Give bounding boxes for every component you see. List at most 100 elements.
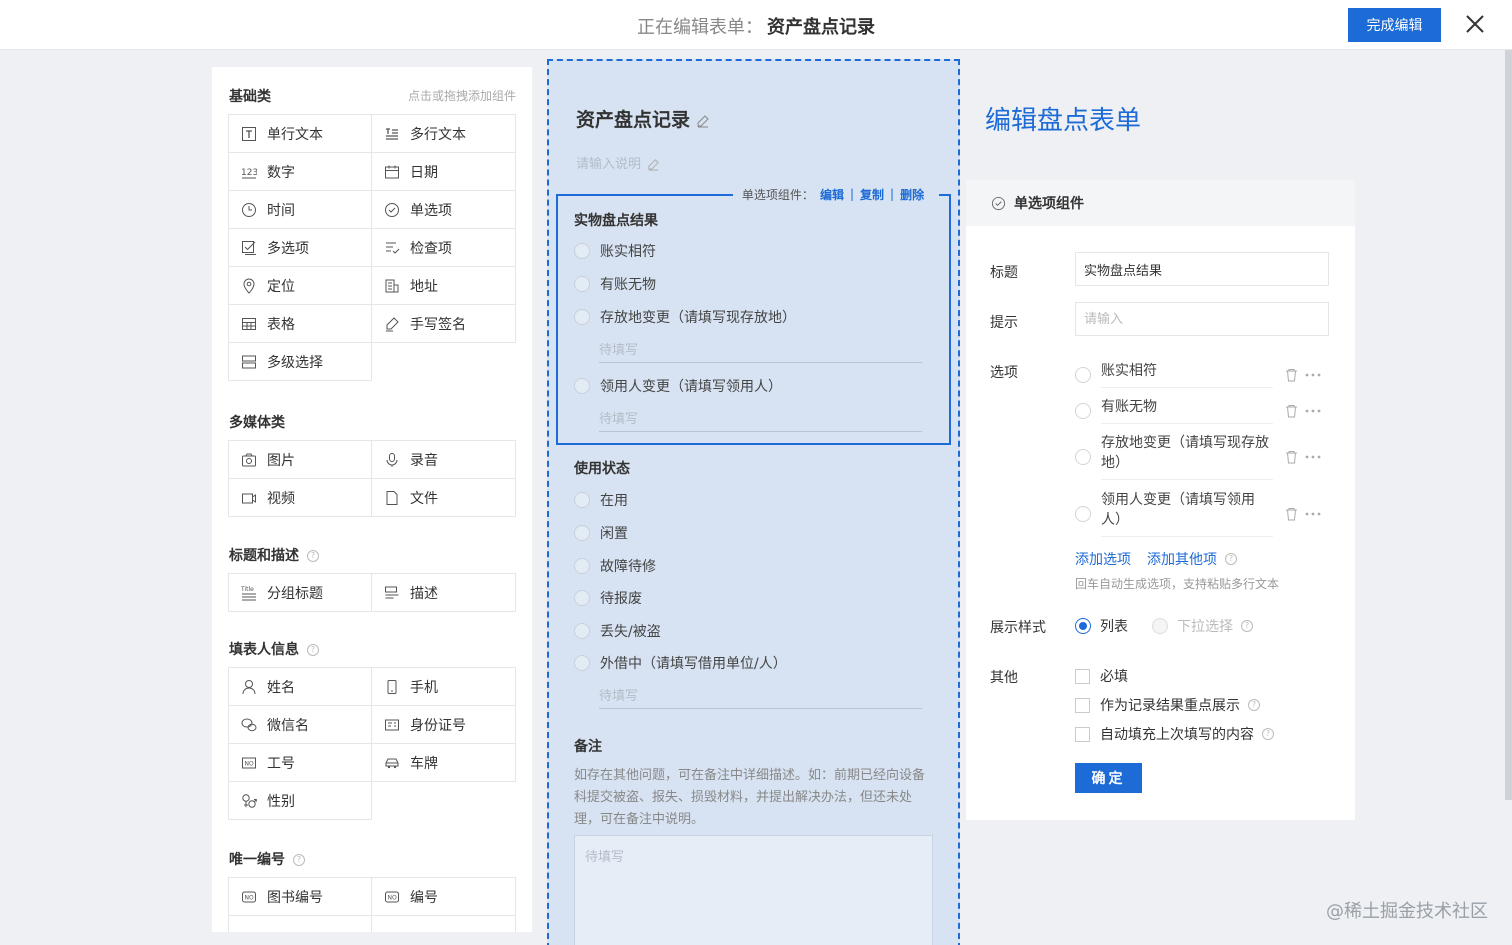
- display-dropdown-radio[interactable]: [1152, 618, 1168, 634]
- form-title[interactable]: 资产盘点记录: [576, 105, 710, 132]
- edit-link[interactable]: 编辑: [820, 186, 844, 203]
- component-number[interactable]: 123 数字: [228, 152, 372, 191]
- fill-in-field[interactable]: 待填写: [599, 408, 922, 432]
- help-icon[interactable]: ?: [1248, 699, 1260, 711]
- fill-in-field[interactable]: 待填写: [599, 685, 922, 709]
- component-video[interactable]: 视频: [228, 478, 372, 517]
- radio[interactable]: [574, 276, 590, 292]
- confirm-button[interactable]: 确定: [1075, 763, 1142, 793]
- more-icon[interactable]: [1304, 511, 1322, 517]
- hint-input[interactable]: [1075, 302, 1329, 336]
- option-text[interactable]: 账实相符: [1101, 361, 1273, 388]
- option[interactable]: 有账无物: [574, 274, 656, 294]
- option[interactable]: 存放地变更（请填写现存放地）: [574, 307, 796, 327]
- radio[interactable]: [574, 623, 590, 639]
- component-image[interactable]: 图片: [228, 440, 372, 479]
- option-row[interactable]: 存放地变更（请填写现存放地）: [1075, 433, 1329, 480]
- option-text[interactable]: 存放地变更（请填写现存放地）: [1101, 433, 1273, 480]
- component-date[interactable]: 日期: [371, 152, 516, 191]
- component-more-1[interactable]: [228, 915, 372, 932]
- component-phone[interactable]: 手机: [371, 667, 516, 706]
- trash-icon[interactable]: [1285, 368, 1298, 382]
- component-time[interactable]: 时间: [228, 190, 372, 229]
- option[interactable]: 外借中（请填写借用单位/人）: [574, 653, 787, 673]
- component-file[interactable]: 文件: [371, 478, 516, 517]
- highlight-checkbox[interactable]: [1075, 697, 1090, 713]
- form-description[interactable]: 请输入说明: [576, 153, 660, 172]
- option-text[interactable]: 有账无物: [1101, 397, 1273, 424]
- radio[interactable]: [574, 243, 590, 259]
- radio[interactable]: [574, 655, 590, 671]
- autofill-checkbox-row[interactable]: 自动填充上次填写的内容?: [1075, 724, 1274, 744]
- add-option-link[interactable]: 添加选项: [1075, 549, 1131, 569]
- more-icon[interactable]: [1304, 454, 1322, 460]
- component-license-plate[interactable]: 车牌: [371, 743, 516, 782]
- component-name[interactable]: 姓名: [228, 667, 372, 706]
- component-address[interactable]: 地址: [371, 266, 516, 305]
- title-input[interactable]: [1075, 252, 1329, 286]
- component-employee-id[interactable]: NO 工号: [228, 743, 372, 782]
- remarks-textarea[interactable]: 待填写: [574, 835, 933, 945]
- required-checkbox[interactable]: [1075, 668, 1090, 684]
- option[interactable]: 账实相符: [574, 241, 656, 261]
- component-signature[interactable]: 手写签名: [371, 304, 516, 343]
- option-row[interactable]: 账实相符: [1075, 361, 1329, 388]
- component-serial-number[interactable]: NO 编号: [371, 877, 516, 916]
- more-icon[interactable]: [1304, 372, 1322, 378]
- option[interactable]: 待报废: [574, 588, 642, 608]
- radio[interactable]: [574, 558, 590, 574]
- component-id-number[interactable]: 身份证号: [371, 705, 516, 744]
- option[interactable]: 闲置: [574, 523, 628, 543]
- delete-link[interactable]: 删除: [900, 186, 924, 203]
- fill-in-field[interactable]: 待填写: [599, 339, 922, 363]
- component-group-title[interactable]: Title 分组标题: [228, 573, 372, 612]
- component-description[interactable]: 描述: [371, 573, 516, 612]
- component-more-2[interactable]: [371, 915, 516, 932]
- trash-icon[interactable]: [1285, 404, 1298, 418]
- help-icon[interactable]: ?: [293, 854, 305, 866]
- option-row[interactable]: 领用人变更（请填写领用人）: [1075, 490, 1329, 537]
- component-location[interactable]: 定位: [228, 266, 372, 305]
- required-checkbox-row[interactable]: 必填: [1075, 666, 1128, 686]
- component-cascade-select[interactable]: 多级选择: [228, 342, 372, 381]
- component-audio[interactable]: 录音: [371, 440, 516, 479]
- finish-editing-button[interactable]: 完成编辑: [1348, 8, 1441, 42]
- copy-link[interactable]: 复制: [860, 186, 884, 203]
- radio[interactable]: [574, 309, 590, 325]
- help-icon[interactable]: ?: [1225, 553, 1237, 565]
- radio[interactable]: [574, 378, 590, 394]
- radio[interactable]: [574, 492, 590, 508]
- component-single-line-text[interactable]: 单行文本: [228, 114, 372, 153]
- radio[interactable]: [574, 525, 590, 541]
- page-scrollbar[interactable]: [1505, 50, 1512, 800]
- trash-icon[interactable]: [1285, 507, 1298, 521]
- component-gender[interactable]: 性别: [228, 781, 372, 820]
- radio[interactable]: [574, 590, 590, 606]
- component-multi-line-text[interactable]: 多行文本: [371, 114, 516, 153]
- more-icon[interactable]: [1304, 408, 1322, 414]
- component-table[interactable]: 表格: [228, 304, 372, 343]
- help-icon[interactable]: ?: [307, 550, 319, 562]
- help-icon[interactable]: ?: [1241, 620, 1253, 632]
- edit-pencil-icon[interactable]: [696, 114, 710, 128]
- option-row[interactable]: 有账无物: [1075, 397, 1329, 424]
- highlight-checkbox-row[interactable]: 作为记录结果重点展示?: [1075, 695, 1260, 715]
- option[interactable]: 在用: [574, 490, 628, 510]
- component-checklist[interactable]: 检查项: [371, 228, 516, 267]
- edit-pencil-icon[interactable]: [647, 158, 660, 171]
- component-wechat-name[interactable]: 微信名: [228, 705, 372, 744]
- add-other-link[interactable]: 添加其他项: [1147, 549, 1217, 569]
- option[interactable]: 故障待修: [574, 556, 656, 576]
- option-text[interactable]: 领用人变更（请填写领用人）: [1101, 490, 1273, 537]
- close-icon[interactable]: [1462, 11, 1488, 37]
- option[interactable]: 丢失/被盗: [574, 621, 661, 641]
- component-multi-choice[interactable]: 多选项: [228, 228, 372, 267]
- autofill-checkbox[interactable]: [1075, 726, 1090, 742]
- display-list-radio[interactable]: [1075, 618, 1091, 634]
- help-icon[interactable]: ?: [307, 644, 319, 656]
- component-single-choice[interactable]: 单选项: [371, 190, 516, 229]
- trash-icon[interactable]: [1285, 450, 1298, 464]
- help-icon[interactable]: ?: [1262, 728, 1274, 740]
- option[interactable]: 领用人变更（请填写领用人）: [574, 376, 782, 396]
- component-book-number[interactable]: NO 图书编号: [228, 877, 372, 916]
